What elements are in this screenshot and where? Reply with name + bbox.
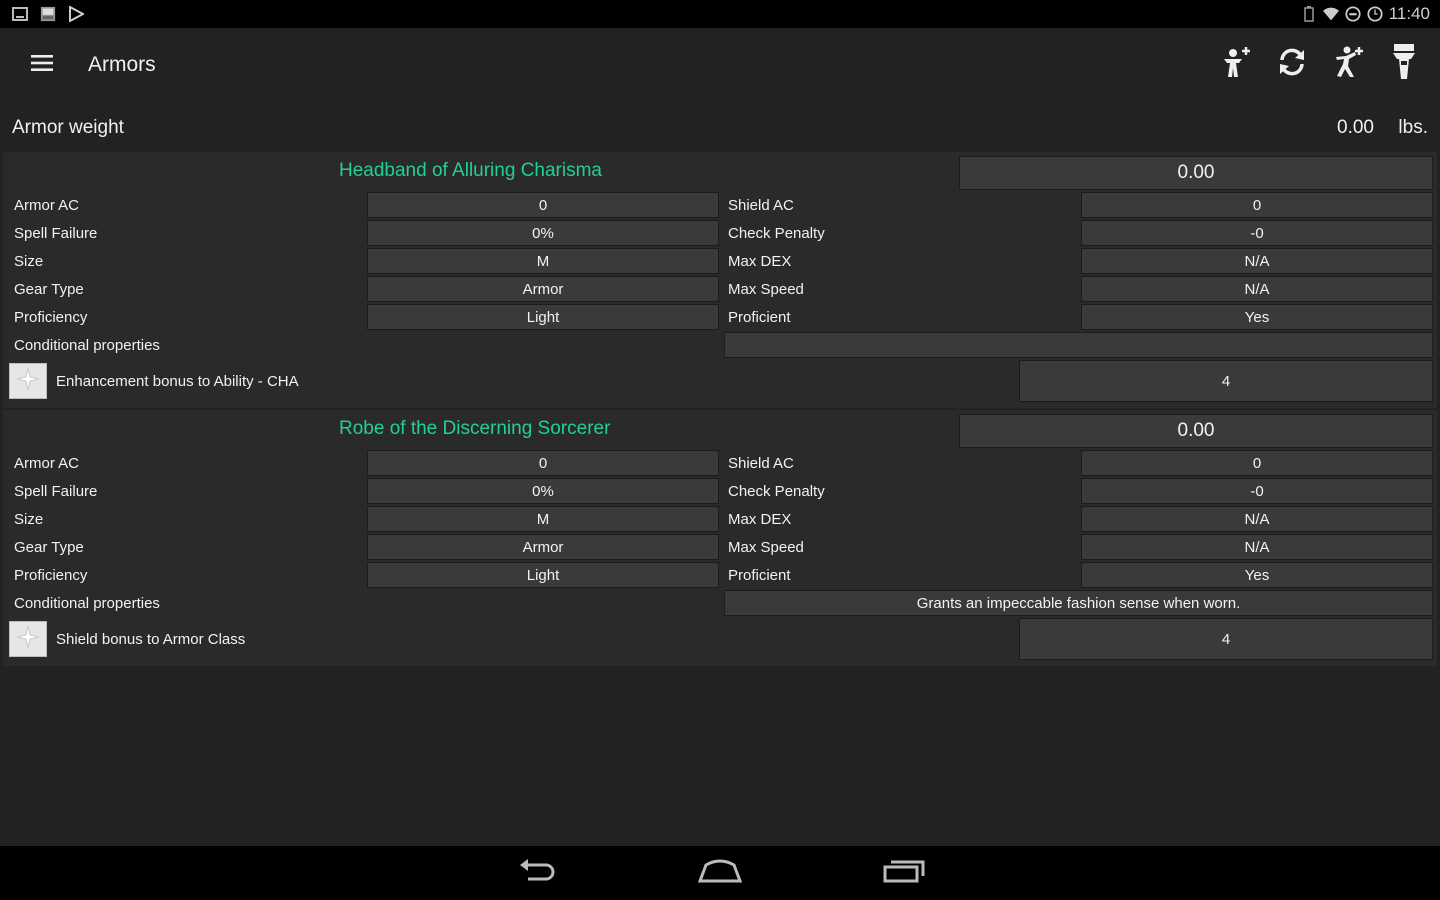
spell-failure-label: Spell Failure	[14, 483, 98, 500]
armor-card: Headband of Alluring Charisma 0.00 Armor…	[3, 152, 1437, 408]
alarm-icon	[1367, 6, 1383, 22]
shield-ac-field[interactable]: 0	[1081, 450, 1433, 476]
battery-icon	[1301, 6, 1317, 22]
armor-weight-label: Armor weight	[12, 117, 124, 138]
recents-icon	[883, 859, 925, 888]
menu-button[interactable]	[20, 43, 64, 87]
bonus-thumbnail[interactable]	[9, 621, 47, 657]
max-speed-field[interactable]: N/A	[1081, 534, 1433, 560]
tablet-icon	[12, 6, 28, 22]
dnd-icon	[1345, 6, 1361, 22]
page-title: Armors	[88, 53, 156, 76]
gear-type-field[interactable]: Armor	[367, 276, 719, 302]
home-button[interactable]	[690, 854, 750, 892]
add-character-icon	[1218, 44, 1254, 85]
proficiency-label: Proficiency	[14, 567, 88, 584]
gear-type-field[interactable]: Armor	[367, 534, 719, 560]
image-icon	[40, 6, 56, 22]
bonus-value-field[interactable]: 4	[1019, 618, 1433, 660]
recents-button[interactable]	[874, 854, 934, 892]
proficient-label: Proficient	[728, 567, 791, 584]
check-penalty-field[interactable]: -0	[1081, 478, 1433, 504]
app-content: Armors Armor weight 0.00 lbs. Headband o…	[0, 28, 1440, 846]
equipment-icon	[1389, 43, 1419, 86]
proficient-label: Proficient	[728, 309, 791, 326]
max-speed-label: Max Speed	[728, 281, 804, 298]
armor-ac-field[interactable]: 0	[367, 450, 719, 476]
sparkle-icon	[15, 624, 41, 655]
check-penalty-label: Check Penalty	[728, 483, 825, 500]
check-penalty-label: Check Penalty	[728, 225, 825, 242]
max-dex-field[interactable]: N/A	[1081, 248, 1433, 274]
size-field[interactable]: M	[367, 506, 719, 532]
conditional-properties-label: Conditional properties	[14, 595, 160, 612]
shield-ac-field[interactable]: 0	[1081, 192, 1433, 218]
check-penalty-field[interactable]: -0	[1081, 220, 1433, 246]
bonus-value-field[interactable]: 4	[1019, 360, 1433, 402]
size-label: Size	[14, 511, 44, 528]
armor-ac-field[interactable]: 0	[367, 192, 719, 218]
armor-name: Headband of Alluring Charisma	[339, 160, 602, 181]
bonus-label: Enhancement bonus to Ability - CHA	[56, 373, 299, 390]
size-label: Size	[14, 253, 44, 270]
proficiency-field[interactable]: Light	[367, 304, 719, 330]
armor-card: Robe of the Discerning Sorcerer 0.00 Arm…	[3, 410, 1437, 666]
max-dex-label: Max DEX	[728, 511, 792, 528]
conditional-properties-field[interactable]	[724, 332, 1433, 358]
spell-failure-field[interactable]: 0%	[367, 220, 719, 246]
spell-failure-label: Spell Failure	[14, 225, 98, 242]
size-field[interactable]: M	[367, 248, 719, 274]
bonus-label: Shield bonus to Armor Class	[56, 631, 246, 648]
armor-name: Robe of the Discerning Sorcerer	[339, 418, 611, 439]
proficient-field[interactable]: Yes	[1081, 304, 1433, 330]
conditional-properties-label: Conditional properties	[14, 337, 160, 354]
proficiency-field[interactable]: Light	[367, 562, 719, 588]
shield-ac-label: Shield AC	[728, 197, 794, 214]
action-bar: Armors	[0, 28, 1440, 102]
max-speed-field[interactable]: N/A	[1081, 276, 1433, 302]
gear-type-label: Gear Type	[14, 281, 84, 298]
armor-weight-field[interactable]: 0.00	[959, 156, 1433, 190]
conditional-properties-field[interactable]: Grants an impeccable fashion sense when …	[724, 590, 1433, 616]
max-dex-label: Max DEX	[728, 253, 792, 270]
spell-failure-field[interactable]: 0%	[367, 478, 719, 504]
sync-icon	[1276, 46, 1308, 83]
back-icon	[518, 858, 558, 889]
shield-ac-label: Shield AC	[728, 455, 794, 472]
back-button[interactable]	[508, 854, 568, 892]
gear-type-label: Gear Type	[14, 539, 84, 556]
clock-time: 11:40	[1388, 4, 1430, 23]
navigation-bar	[0, 846, 1440, 900]
add-character-button[interactable]	[1214, 42, 1258, 86]
armor-weight-value: 0.00	[1337, 117, 1374, 138]
proficient-field[interactable]: Yes	[1081, 562, 1433, 588]
sparkle-icon	[15, 366, 41, 397]
sync-button[interactable]	[1270, 42, 1314, 86]
proficiency-label: Proficiency	[14, 309, 88, 326]
armor-weight-row: Armor weight 0.00 lbs.	[0, 110, 1440, 146]
armor-weight-field[interactable]: 0.00	[959, 414, 1433, 448]
equipment-button[interactable]	[1382, 42, 1426, 86]
armor-ac-label: Armor AC	[14, 197, 80, 214]
armor-weight-unit: lbs.	[1398, 117, 1428, 138]
hamburger-menu-icon	[31, 54, 53, 77]
status-bar: 11:40	[0, 0, 1440, 28]
play-store-icon	[68, 6, 84, 22]
bonus-thumbnail[interactable]	[9, 363, 47, 399]
max-speed-label: Max Speed	[728, 539, 804, 556]
add-stat-button[interactable]	[1326, 42, 1370, 86]
add-stat-icon	[1330, 44, 1366, 85]
armor-ac-label: Armor AC	[14, 455, 80, 472]
wifi-icon	[1322, 6, 1339, 22]
max-dex-field[interactable]: N/A	[1081, 506, 1433, 532]
home-icon	[697, 859, 743, 888]
